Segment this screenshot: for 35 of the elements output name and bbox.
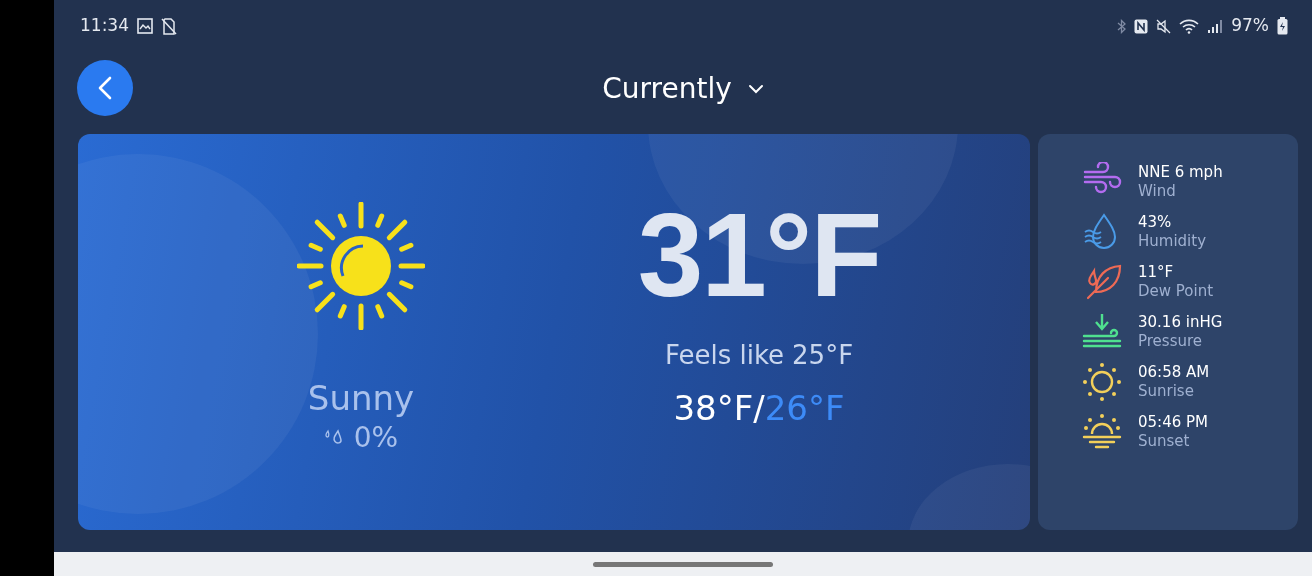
sun-outline-icon	[1082, 362, 1122, 402]
back-icon	[98, 76, 112, 100]
detail-value: 11°F	[1138, 262, 1175, 282]
high-low-temperature: 38°F/26°F	[673, 387, 845, 430]
precipitation-chance: 0%	[353, 420, 399, 457]
condition-text: Sunny	[307, 380, 415, 418]
wifi-icon	[1179, 18, 1200, 34]
sun-icon	[297, 202, 425, 330]
no-sim-icon	[161, 17, 177, 35]
detail-value: 05:46 PM	[1138, 412, 1208, 432]
detail-value: 43%	[1138, 212, 1173, 232]
detail-label: Humidity	[1138, 232, 1206, 252]
back-button[interactable]	[77, 60, 133, 116]
title-dropdown[interactable]: Currently	[602, 68, 764, 110]
detail-value: 06:58 AM	[1138, 362, 1210, 382]
detail-label: Sunrise	[1138, 382, 1195, 402]
feels-like-value: 25°F	[792, 339, 854, 372]
image-icon	[137, 18, 153, 34]
feels-like-label: Feels like	[664, 339, 785, 372]
bluetooth-icon	[1117, 18, 1127, 34]
mute-icon	[1156, 18, 1172, 34]
detail-value: NNE 6 mph	[1138, 162, 1223, 182]
detail-label: Pressure	[1138, 332, 1204, 352]
caret-icon	[747, 84, 764, 94]
temperature: 31°F	[637, 196, 881, 314]
battery-charging-icon	[1277, 17, 1288, 35]
nfc-icon	[1134, 18, 1149, 34]
signal-icon	[1207, 18, 1224, 34]
home-indicator[interactable]	[593, 561, 773, 567]
battery-percent: 97%	[1231, 14, 1269, 38]
detail-value: 30.16 inHG	[1138, 312, 1223, 332]
status-time: 11:34	[80, 14, 129, 38]
detail-label: Dew Point	[1138, 282, 1214, 302]
detail-label: Wind	[1138, 182, 1177, 202]
detail-label: Sunset	[1138, 432, 1191, 452]
